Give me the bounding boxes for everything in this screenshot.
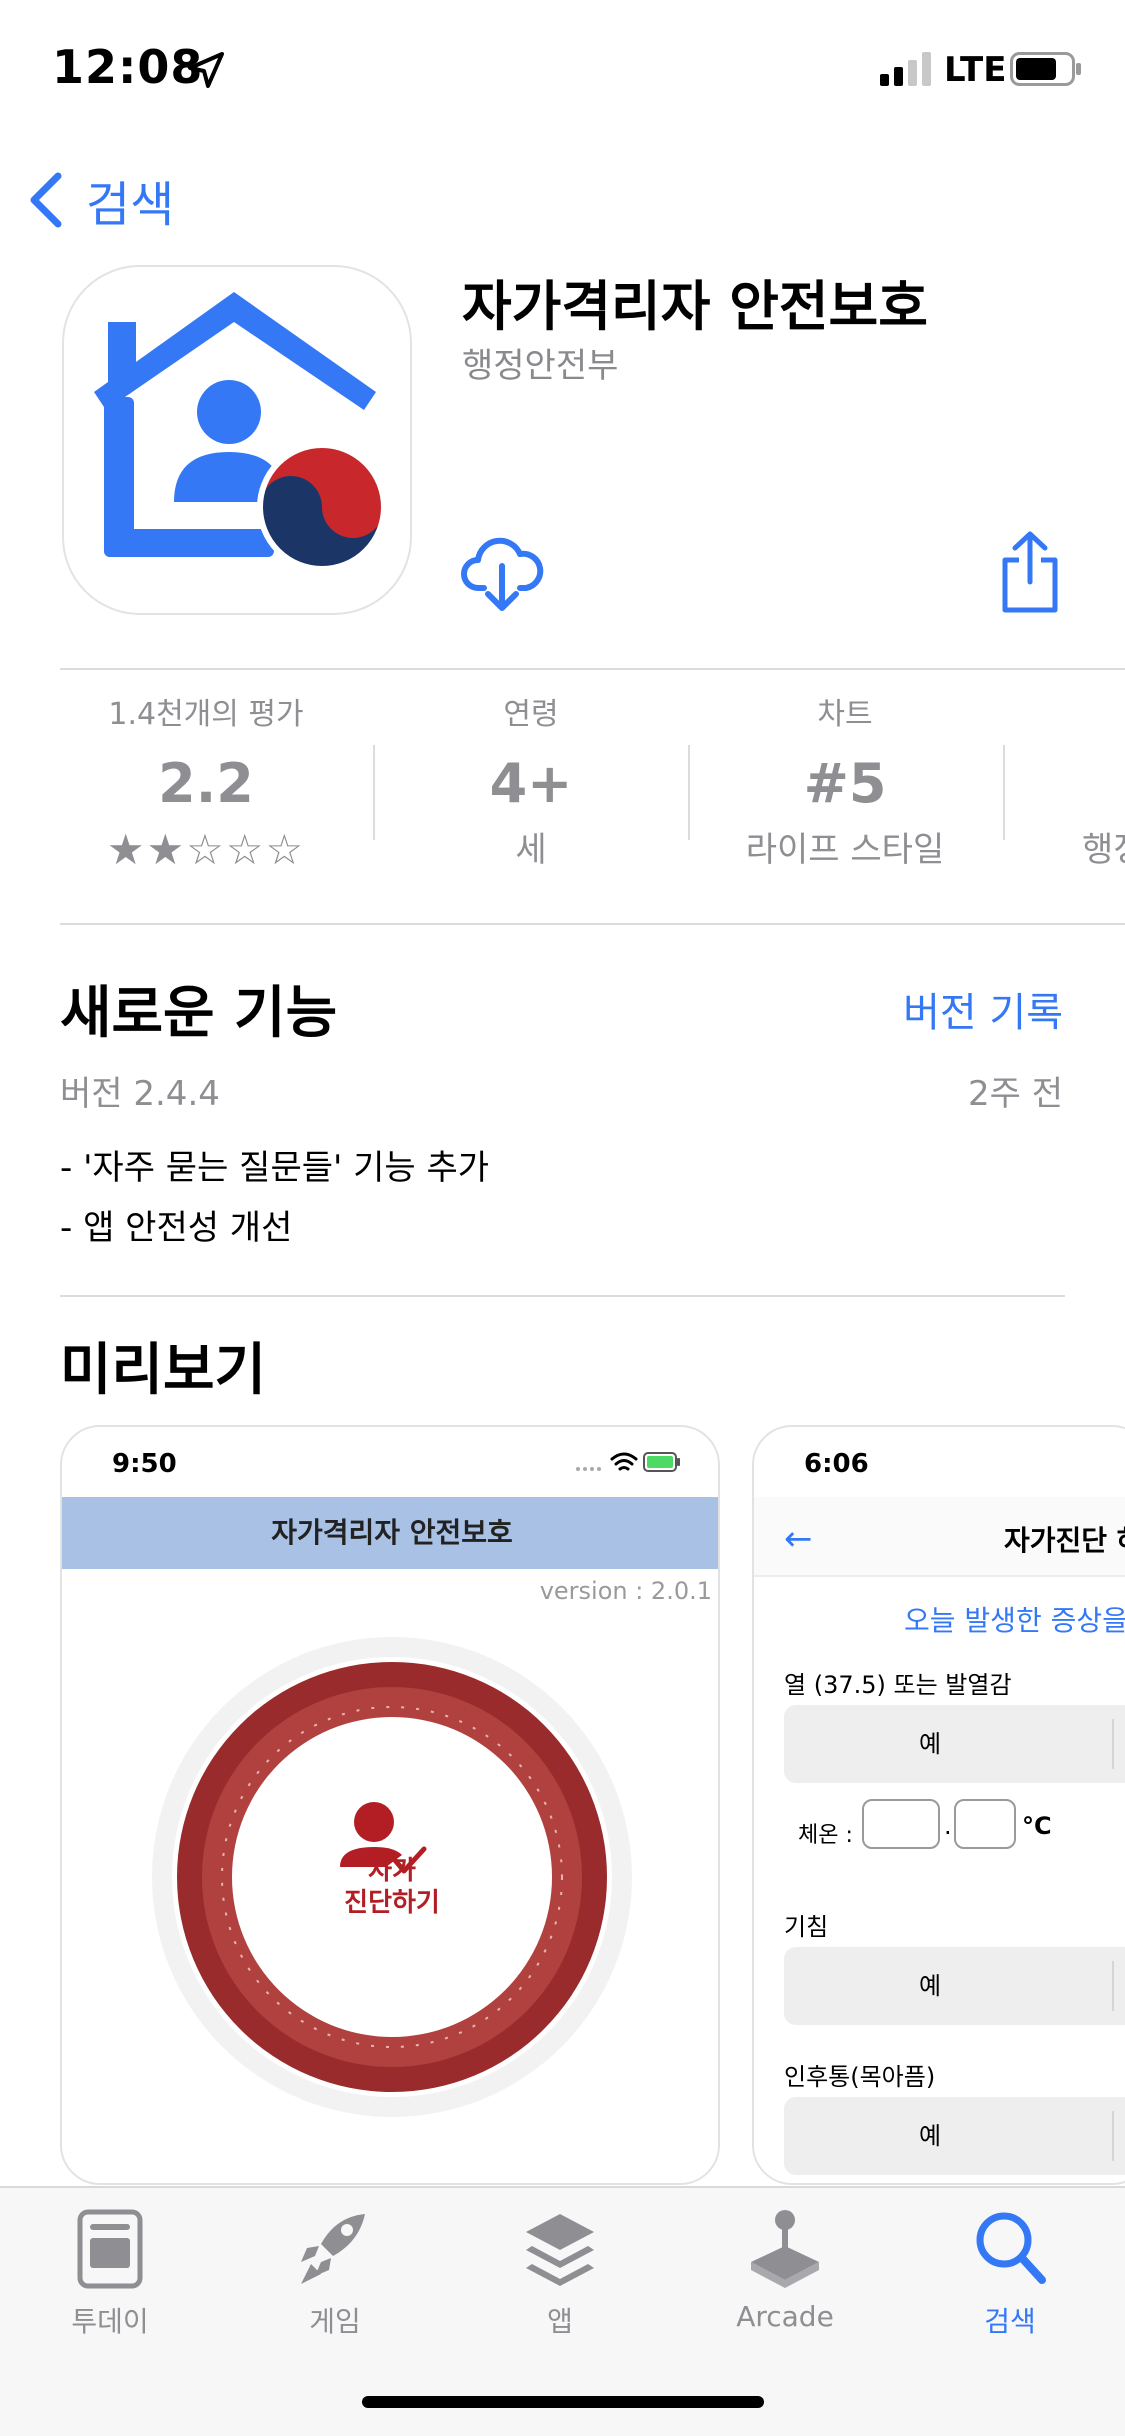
yes-label: 예 (918, 1972, 942, 2000)
rating-value: 2.2 (158, 752, 254, 815)
tab-label: 투데이 (71, 2305, 149, 2338)
cloud-download-icon[interactable] (460, 530, 544, 614)
tab-label: Arcade (736, 2300, 834, 2333)
shot-header: 자가격리자 안전보호 (62, 1497, 718, 1569)
tab-search[interactable]: 검색 (920, 2206, 1100, 2340)
shot-title: 자가진단 하 (1004, 1524, 1125, 1557)
share-icon[interactable] (995, 530, 1065, 614)
star-rating: ★★☆☆☆ (106, 825, 306, 874)
release-note: - 앱 안전성 개선 (60, 1208, 293, 1248)
chevron-left-icon (30, 172, 62, 228)
location-arrow-icon (188, 52, 224, 88)
whats-new-title: 새로운 기능 (60, 981, 338, 1046)
divider (60, 668, 1125, 670)
temp-input (862, 1799, 940, 1849)
battery-icon (1010, 52, 1081, 86)
ratings-stat[interactable]: 1.4천개의 평가 2.2 ★★☆☆☆ (56, 690, 356, 876)
tab-today[interactable]: 투데이 (20, 2206, 200, 2340)
chart-caption: 차트 (817, 697, 873, 732)
stat-separator (373, 745, 375, 840)
status-bar: 12:08 LTE (0, 0, 1125, 140)
preview-title: 미리보기 (60, 1338, 267, 1403)
stat-separator (1003, 745, 1005, 840)
version-history-link[interactable]: 버전 기록 (903, 980, 1063, 1038)
today-icon (77, 2209, 143, 2289)
divider (60, 1295, 1065, 1297)
home-person-icon (94, 292, 387, 572)
version-number: 버전 2.4.4 (60, 1074, 220, 1114)
developer-caption: 개 (1010, 690, 1125, 740)
stat-separator (688, 745, 690, 840)
age-sub: 세 (515, 830, 547, 870)
yes-option: 예 (784, 1947, 1125, 2025)
temp-unit: °C (1022, 1812, 1052, 1840)
temp-label: 체온 : (798, 1823, 853, 1848)
shot-status-time: 9:50 (112, 1449, 177, 1479)
tab-arcade[interactable]: Arcade (695, 2206, 875, 2333)
tab-apps[interactable]: 앱 (470, 2206, 650, 2340)
yes-label: 예 (918, 2122, 942, 2150)
developer-stat[interactable]: 개 . 행정 (1010, 690, 1125, 876)
temp-decimal-input (954, 1799, 1016, 1849)
yes-option: 예 (784, 2097, 1125, 2175)
shot-status-time: 6:06 (804, 1449, 869, 1479)
divider (60, 923, 1125, 925)
wifi-battery-icon (576, 1452, 680, 1472)
layers-icon (526, 2214, 594, 2286)
app-title: 자가격리자 안전보호 (462, 275, 928, 338)
app-developer[interactable]: 행정안전부 (462, 338, 618, 387)
self-check-label-line2: 진단하기 (344, 1888, 440, 1918)
temp-dot: . (944, 1812, 952, 1840)
age-caption: 연령 (503, 697, 559, 732)
tab-games[interactable]: 게임 (245, 2206, 425, 2340)
ratings-caption: 1.4천개의 평가 (108, 697, 304, 732)
developer-name: 행정 (1082, 830, 1125, 870)
back-button[interactable]: 검색 (26, 160, 174, 240)
question-cough: 기침 (784, 1913, 829, 1941)
back-label: 검색 (86, 177, 175, 233)
release-note: - '자주 묻는 질문들' 기능 추가 (60, 1148, 490, 1188)
tab-label: 검색 (984, 2305, 1036, 2338)
tab-label: 게임 (309, 2305, 361, 2338)
network-type: LTE (944, 50, 1007, 90)
app-icon (62, 265, 412, 615)
question-sore-throat: 인후통(목아픔) (784, 2063, 936, 2091)
status-time: 12:08 (52, 40, 204, 94)
rocket-icon (301, 2214, 365, 2284)
yes-label: 예 (918, 1730, 942, 1758)
question-fever: 열 (37.5) 또는 발열감 (784, 1671, 1012, 1699)
age-value: 4+ (489, 752, 573, 815)
joystick-icon (751, 2210, 819, 2288)
age-stat: 연령 4+ 세 (381, 690, 681, 876)
chart-stat[interactable]: 차트 #5 라이프 스타일 (695, 690, 995, 876)
cellular-signal-icon (880, 52, 931, 86)
tab-label: 앱 (547, 2305, 573, 2338)
yes-option: 예 (784, 1705, 1125, 1783)
self-check-label-line1: 자가 (368, 1856, 416, 1886)
home-indicator[interactable] (362, 2396, 764, 2408)
chart-value: #5 (803, 752, 887, 815)
shot-prompt: 오늘 발생한 증상을 (904, 1604, 1125, 1637)
search-icon (976, 2212, 1046, 2284)
version-date: 2주 전 (968, 1074, 1063, 1114)
shot-back-arrow: ← (784, 1519, 813, 1559)
preview-screenshot-2[interactable]: 6:06 ← 자가진단 하 오늘 발생한 증상을 열 (37.5) 또는 발열감… (752, 1425, 1125, 2185)
preview-screenshot-1[interactable]: 9:50 자가격리자 안전보호 version : 2.0.1 자가 진단하기 (60, 1425, 720, 2185)
shot-version: version : 2.0.1 (539, 1577, 712, 1605)
chart-category: 라이프 스타일 (745, 830, 945, 870)
